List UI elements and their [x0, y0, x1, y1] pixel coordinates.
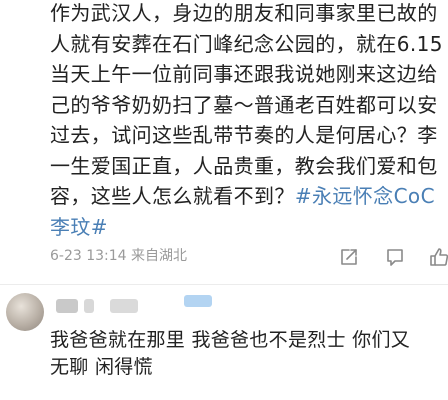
- post-text: 作为武汉人，身边的朋友和同事家里已故的 人就有安葬在石门峰纪念公园的，就在6.1…: [50, 0, 448, 242]
- comment-text-line: 我爸爸就在那里 我爸爸也不是烈士 你们又: [50, 329, 411, 351]
- username-redacted: [184, 295, 212, 307]
- post-text-line: 容，这些人怎么就看不到？#永远怀念CoC: [50, 181, 448, 212]
- comment-icon[interactable]: [384, 246, 406, 268]
- share-icon[interactable]: [338, 246, 360, 268]
- post-text-line: 过去，试问这些乱带节奏的人是何居心？李: [50, 123, 438, 147]
- post-text-line: 己的爷爷奶奶扫了墓～普通老百姓都可以安: [50, 92, 438, 117]
- post-text-line: 人就有安葬在石门峰纪念公园的，就在6.15: [50, 31, 443, 56]
- username-redacted: [56, 299, 78, 313]
- avatar[interactable]: [6, 293, 44, 331]
- hashtag-link-end[interactable]: 李玟#: [50, 215, 108, 239]
- post-text-line: 当天上午一位前同事还跟我说她刚来这边给: [50, 62, 438, 86]
- post-text-line: 李玟#: [50, 212, 448, 243]
- comment-item: 我爸爸就在那里 我爸爸也不是烈士 你们又 无聊 闲得慌: [0, 285, 448, 400]
- username-redacted: [110, 299, 138, 313]
- post-text-line: 作为武汉人，身边的朋友和同事家里已故的: [50, 1, 438, 25]
- like-icon[interactable]: [428, 246, 448, 268]
- hashtag-link[interactable]: #永远怀念CoC: [295, 184, 435, 208]
- username-redacted: [84, 299, 94, 313]
- comment-text: 我爸爸就在那里 我爸爸也不是烈士 你们又 无聊 闲得慌: [50, 327, 448, 381]
- post-text-segment: 容，这些人怎么就看不到？: [50, 184, 295, 208]
- post-text-line: 一生爱国正直，人品贵重，教会我们爱和包: [50, 153, 438, 178]
- comment-text-line: 无聊 闲得慌: [50, 356, 153, 378]
- post-meta: 6-23 13:14 来自湖北: [50, 248, 188, 264]
